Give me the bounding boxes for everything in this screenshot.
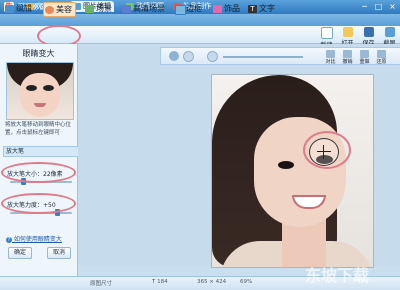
undo-button[interactable]: 撤销 (340, 50, 355, 65)
minimize-icon[interactable]: ─ (358, 2, 371, 12)
accessory-icon (213, 5, 222, 13)
actual-size-icon[interactable] (183, 51, 194, 62)
help-icon: ? (6, 237, 12, 243)
zoom-slider[interactable] (223, 56, 303, 58)
panel-title: 眼睛变大 (22, 49, 55, 58)
status-zoom: 69% (240, 279, 253, 285)
watermark: 东坡下载 (305, 266, 370, 285)
folder-icon (342, 27, 353, 37)
tool-beauty[interactable]: 美容 (43, 2, 76, 17)
redo-button[interactable]: 重做 (357, 50, 372, 65)
zoom-out-icon[interactable] (169, 51, 179, 61)
brush-size-highlight-ring (1, 162, 76, 183)
frame-icon (175, 5, 186, 15)
example-thumbnail (6, 62, 74, 120)
new-file-icon (320, 27, 333, 39)
fit-window-icon[interactable] (207, 51, 218, 62)
tool-frame[interactable]: 边框 (174, 2, 202, 15)
restore-icon (377, 50, 386, 58)
close-icon[interactable]: × (386, 2, 399, 12)
redo-icon (360, 50, 369, 58)
photo-canvas[interactable] (211, 74, 374, 268)
tool-accessory[interactable]: 饰品 (212, 2, 240, 15)
status-coordinate: T 184 (152, 279, 168, 285)
tool-scene[interactable]: 场景 (84, 2, 112, 15)
cancel-button[interactable]: 取消 (47, 247, 71, 259)
hd-scene-icon (122, 5, 131, 13)
compare-icon (326, 50, 335, 58)
edit-icon (5, 5, 14, 13)
restore-button[interactable]: 还原 (374, 50, 389, 65)
photo-eye-left (278, 161, 294, 169)
tool-edit[interactable]: 编辑 (4, 2, 32, 15)
ok-button[interactable]: 确定 (8, 247, 32, 259)
instruction-text: 将放大笔移动到眼睛中心位置，点击鼠标左键即可 (5, 122, 72, 136)
tool-hd-scene[interactable]: 高清场景 (121, 2, 165, 15)
eye-highlight-ring (303, 131, 351, 169)
help-link[interactable]: ? 如何使用眼睛变大 (6, 234, 62, 243)
face-icon (45, 6, 54, 14)
maximize-icon[interactable]: □ (372, 2, 385, 12)
status-original-size: 原图尺寸 (90, 281, 113, 287)
compare-button[interactable]: 对比 (323, 50, 338, 65)
save-icon (363, 27, 374, 37)
thumb-face (20, 73, 60, 117)
tool-text[interactable]: T 文字 (247, 2, 275, 15)
brush-section-header: 放大笔 (3, 146, 79, 157)
thumb-eye-right (43, 85, 54, 91)
status-image-size: 365 × 424 (197, 279, 227, 285)
thumb-eye-left (26, 85, 37, 91)
screenshot-icon (384, 27, 395, 37)
scene-icon (85, 5, 94, 13)
brush-strength-highlight-ring (1, 193, 76, 214)
text-icon: T (248, 5, 257, 13)
undo-icon (343, 50, 352, 58)
